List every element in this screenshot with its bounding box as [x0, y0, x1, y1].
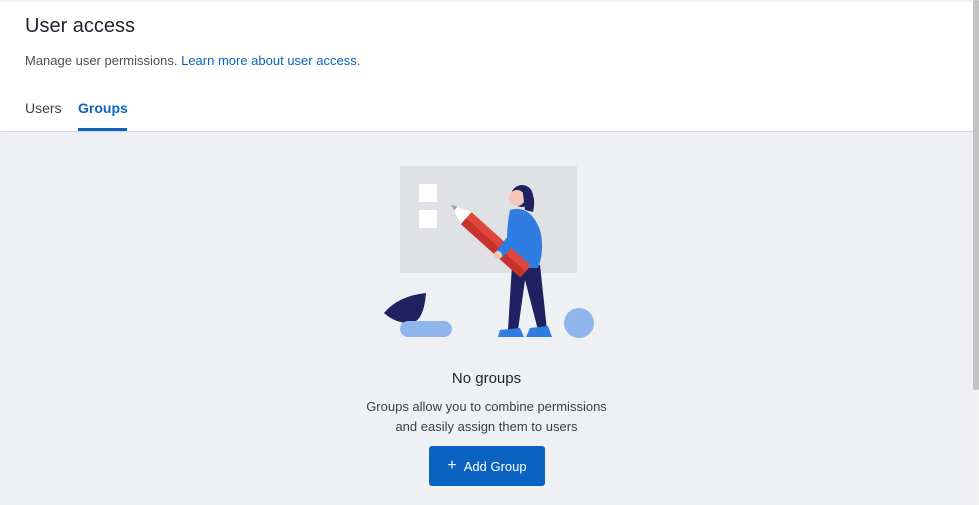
page-subtitle: Manage user permissions. Learn more abou…: [25, 53, 360, 68]
page-header: User access Manage user permissions. Lea…: [0, 0, 973, 132]
active-tab-indicator: [78, 128, 127, 131]
empty-state-description: Groups allow you to combine permissions …: [0, 397, 973, 437]
empty-state-description-line1: Groups allow you to combine permissions: [366, 399, 607, 414]
empty-state-title: No groups: [451, 370, 522, 387]
vertical-scrollbar[interactable]: [973, 0, 979, 505]
plus-icon: +: [447, 457, 457, 474]
page-title: User access: [25, 15, 136, 37]
tab-users[interactable]: Users: [25, 100, 62, 116]
add-group-label: Add Group: [463, 458, 527, 474]
tab-groups[interactable]: Groups: [78, 100, 128, 116]
subtitle-text: Manage user permissions.: [25, 53, 178, 68]
user-access-page: User access Manage user permissions. Lea…: [0, 0, 973, 505]
empty-state-illustration: [384, 166, 594, 338]
scrollbar-thumb[interactable]: [973, 0, 979, 390]
add-group-button[interactable]: + Add Group: [429, 446, 545, 486]
learn-more-link[interactable]: Learn more about user access.: [181, 53, 360, 68]
empty-state-description-line2: and easily assign them to users: [395, 419, 578, 434]
